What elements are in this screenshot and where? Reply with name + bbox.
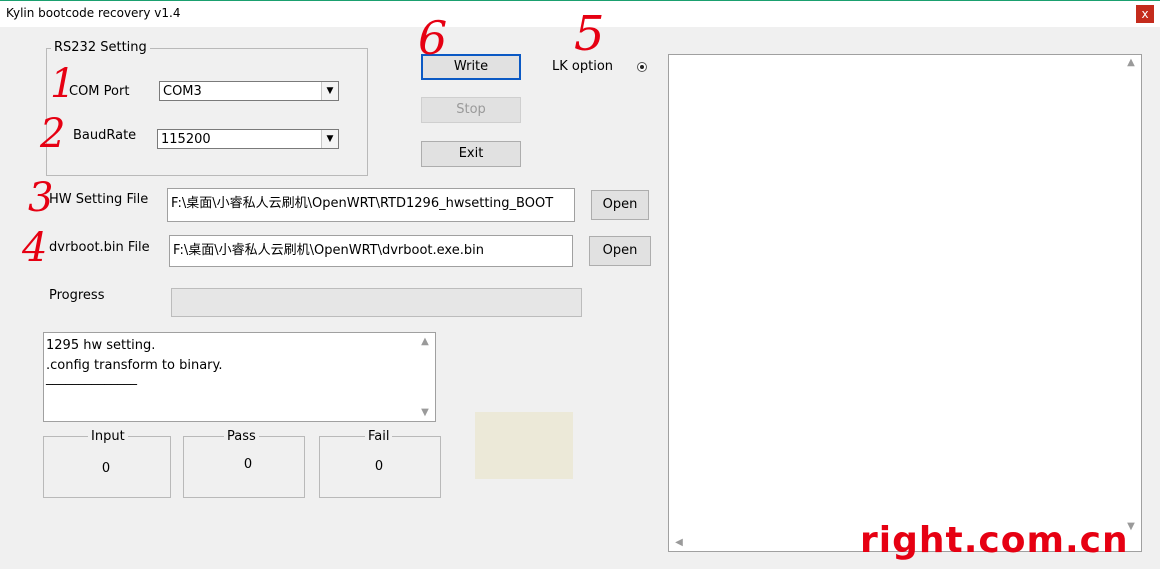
scroll-left-icon[interactable]: ◀ <box>671 537 687 548</box>
fail-counter-value: 0 <box>374 459 384 474</box>
stop-button[interactable]: Stop <box>421 97 521 123</box>
com-port-value: COM3 <box>163 84 202 99</box>
annotation-2: 2 <box>40 111 66 157</box>
dvrboot-file-input[interactable]: F:\桌面\小睿私人云刷机\OpenWRT\dvrboot.exe.bin <box>169 235 573 267</box>
dvrboot-file-label: dvrboot.bin File <box>49 240 150 255</box>
rs232-group-label: RS232 Setting <box>51 40 150 55</box>
watermark: right.com.cn <box>860 520 1129 561</box>
com-port-label: COM Port <box>69 84 130 99</box>
status-line: 1295 hw setting. <box>46 338 156 353</box>
baudrate-label: BaudRate <box>73 128 137 143</box>
status-log[interactable]: 1295 hw setting. .config transform to bi… <box>43 332 436 422</box>
chevron-down-icon[interactable]: ▼ <box>321 82 338 100</box>
chevron-down-icon[interactable]: ▼ <box>321 130 338 148</box>
hw-setting-file-label: HW Setting File <box>49 192 149 207</box>
scroll-up-icon[interactable]: ▲ <box>1123 57 1139 68</box>
annotation-1: 1 <box>50 61 76 107</box>
annotation-5: 5 <box>574 6 605 62</box>
status-line: ______________ <box>46 371 137 386</box>
status-color-indicator <box>475 412 573 479</box>
progress-label: Progress <box>49 288 105 303</box>
hw-setting-file-input[interactable]: F:\桌面\小睿私人云刷机\OpenWRT\RTD1296_hwsetting_… <box>167 188 575 222</box>
open-dvrboot-button[interactable]: Open <box>589 236 651 266</box>
exit-button[interactable]: Exit <box>421 141 521 167</box>
pass-counter-label: Pass <box>224 429 259 444</box>
input-counter-label: Input <box>88 429 128 444</box>
baudrate-value: 115200 <box>161 132 211 147</box>
baudrate-select[interactable]: 115200 ▼ <box>157 129 339 149</box>
annotation-6: 6 <box>418 11 448 65</box>
log-panel[interactable]: ▲ ▼ ◀ <box>668 54 1142 552</box>
open-hw-button[interactable]: Open <box>591 190 649 220</box>
pass-counter-value: 0 <box>243 457 253 472</box>
annotation-4: 4 <box>22 225 48 271</box>
scroll-up-icon[interactable]: ▲ <box>417 336 433 347</box>
fail-counter-label: Fail <box>365 429 393 444</box>
rs232-group <box>46 48 368 176</box>
com-port-select[interactable]: COM3 ▼ <box>159 81 339 101</box>
close-button[interactable]: x <box>1136 5 1154 23</box>
input-counter-value: 0 <box>101 461 111 476</box>
app-window: Kylin bootcode recovery v1.4 x RS232 Set… <box>0 0 1160 569</box>
lk-option-radio[interactable] <box>637 62 647 72</box>
window-title: Kylin bootcode recovery v1.4 <box>6 6 181 20</box>
scroll-down-icon[interactable]: ▼ <box>417 407 433 418</box>
progress-bar <box>171 288 582 317</box>
annotation-3: 3 <box>28 175 54 221</box>
